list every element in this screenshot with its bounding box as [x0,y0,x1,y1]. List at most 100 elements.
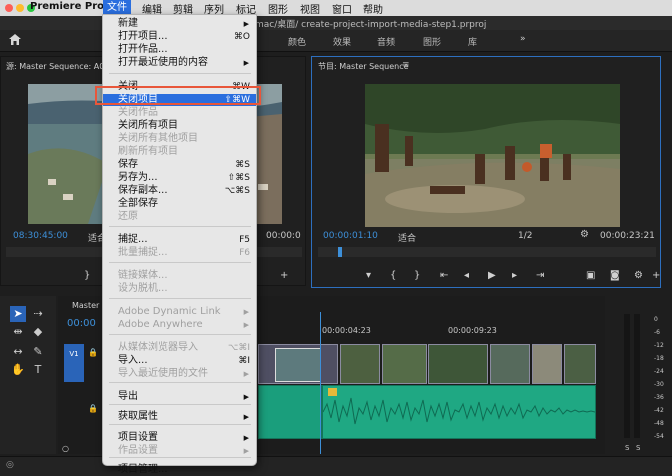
timeline-playhead[interactable] [320,312,321,454]
minimize-window-button[interactable] [16,4,24,12]
video-clip[interactable] [382,344,427,384]
menu-graphics[interactable]: 图形 [268,1,288,16]
menu-item-open-production[interactable]: 打开作品... [103,44,256,56]
menu-view[interactable]: 视图 [300,1,320,16]
menu-window[interactable]: 窗口 [332,1,352,16]
menu-item-save-all[interactable]: 全部保存 [103,198,256,210]
menu-item-adobe-anywhere: Adobe Anywhere ▶ [103,319,256,331]
menu-item-get-properties[interactable]: 获取属性 ▶ [103,411,256,423]
solo-left-button[interactable]: S [625,444,629,452]
panel-menu-icon[interactable]: ≡ [402,60,410,70]
meter-label: -54 [654,433,664,440]
menu-bar: Premiere Pro 文件 编辑 剪辑 序列 标记 图形 视图 窗口 帮助 [0,0,672,16]
go-to-out-icon[interactable]: ⇥ [536,270,544,281]
slip-tool-icon[interactable]: ↔ [10,344,26,360]
menu-item-project-manager[interactable]: 项目管理... [103,464,256,476]
source-mark-out-icon[interactable]: } [84,270,90,281]
lock-icon[interactable]: 🔒 [88,348,98,357]
menu-item-label: 另存为... [118,172,158,183]
menu-item-open-project[interactable]: 打开项目... ⌘O [103,31,256,43]
menu-item-save-copy[interactable]: 保存副本... ⌥⌘S [103,185,256,197]
menu-item-label: 保存 [118,159,138,170]
go-to-in-icon[interactable]: ⇤ [440,270,448,281]
ripple-edit-tool-icon[interactable]: ⇹ [10,324,26,340]
meter-label: -36 [654,394,664,401]
menu-item-import[interactable]: 导入... ⌘I [103,355,256,367]
menu-item-export[interactable]: 导出 ▶ [103,391,256,403]
type-tool-icon[interactable]: T [30,362,46,378]
add-marker-icon[interactable]: ▾ [366,270,371,281]
close-window-button[interactable] [5,4,13,12]
workspace-libraries[interactable]: 库 [468,35,477,48]
video-clip[interactable] [564,344,596,384]
video-clip[interactable] [340,344,380,384]
step-back-icon[interactable]: ◂ [464,270,469,281]
play-icon[interactable]: ▶ [488,270,496,281]
program-scrubber[interactable] [318,247,656,257]
menu-item-save[interactable]: 保存 ⌘S [103,159,256,171]
menu-separator [109,262,251,263]
wrench-icon[interactable]: ⚙ [580,229,589,240]
menu-item-close-production: 关闭作品 [103,107,256,119]
submenu-arrow-icon: ▶ [243,413,249,421]
solo-right-button[interactable]: S [636,444,640,452]
source-timecode[interactable]: 08:30:45:00 [13,231,68,241]
timeline-timecode[interactable]: 00:00 [67,318,96,329]
more-workspaces-icon[interactable]: » [520,34,526,44]
menu-help[interactable]: 帮助 [363,1,383,16]
mark-out-icon[interactable]: } [414,270,420,281]
zoom-scroll-handle[interactable]: ○ [62,444,69,453]
app-menu[interactable]: Premiere Pro [30,1,104,12]
program-add-button-icon[interactable]: + [652,270,660,281]
menu-item-label: 新建 [118,18,138,29]
step-forward-icon[interactable]: ▸ [512,270,517,281]
menu-item-save-as[interactable]: 另存为... ⇧⌘S [103,172,256,184]
menu-item-shortcut: F6 [239,248,250,258]
submenu-arrow-icon: ▶ [243,434,249,442]
submenu-arrow-icon: ▶ [243,393,249,401]
hand-tool-icon[interactable]: ✋ [10,362,26,378]
workspace-audio[interactable]: 音频 [377,35,395,48]
home-icon[interactable] [8,33,26,49]
program-fit-dropdown[interactable]: 适合 [398,231,416,244]
workspace-color[interactable]: 颜色 [288,35,306,48]
menu-item-new[interactable]: 新建 ▶ [103,18,256,30]
selection-tool-icon[interactable]: ➤ [10,306,26,322]
lock-icon[interactable]: 🔒 [88,404,98,413]
export-frame-icon[interactable]: ▣ [586,270,595,281]
menu-separator [109,382,251,383]
program-timecode[interactable]: 00:00:01:10 [323,231,378,241]
meter-label: -48 [654,420,664,427]
audio-clip[interactable] [322,385,596,439]
workspace-effects[interactable]: 效果 [333,35,351,48]
video-clip[interactable] [428,344,488,384]
submenu-arrow-icon: ▶ [243,321,249,329]
track-select-tool-icon[interactable]: ⇢ [30,306,46,322]
menu-item-batch-capture: 批量捕捉... F6 [103,247,256,259]
program-playhead[interactable] [338,247,342,257]
source-add-button-icon[interactable]: + [280,270,288,281]
menu-item-project-settings[interactable]: 项目设置 ▶ [103,432,256,444]
video-clip[interactable] [258,344,338,384]
track-v1-target[interactable]: V1 [64,344,84,382]
razor-tool-icon[interactable]: ◆ [30,324,46,340]
video-clip[interactable] [532,344,562,384]
mark-in-icon[interactable]: { [390,270,396,281]
project-path: mac/桌面/ create-project-import-media-step… [255,20,487,30]
menu-item-production-settings: 作品设置 ▶ [103,445,256,457]
menu-item-open-recent[interactable]: 打开最近使用的内容 ▶ [103,57,256,69]
audio-clip[interactable] [258,385,322,439]
video-clip[interactable] [490,344,530,384]
menu-item-capture[interactable]: 捕捉... F5 [103,234,256,246]
pen-tool-icon[interactable]: ✎ [30,344,46,360]
settings-icon[interactable]: ⚙ [634,270,643,281]
program-quality-dropdown[interactable]: 1/2 [518,231,532,241]
audio-meters [606,296,672,454]
file-menu: 新建 ▶ 打开项目... ⌘O 打开作品... 打开最近使用的内容 ▶ 关闭 ⌘W 关闭项目 ⇧⌘W… [102,14,257,475]
menu-item-close-all-projects[interactable]: 关闭所有项目 [103,120,256,132]
meter-label: -12 [654,342,664,349]
camera-icon[interactable]: ◙ [610,270,620,281]
workspace-graphics[interactable]: 图形 [423,35,441,48]
meter-label: -24 [654,368,664,375]
menu-separator [109,457,251,458]
